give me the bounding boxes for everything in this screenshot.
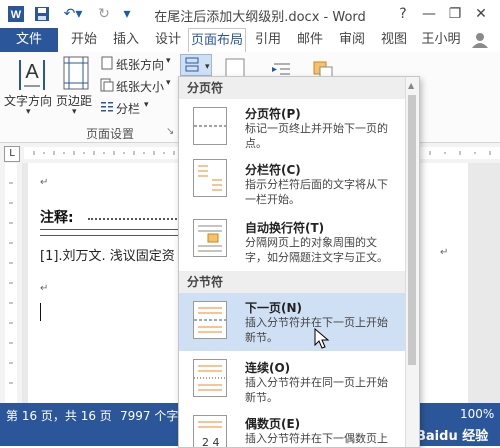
margins-icon[interactable] xyxy=(62,56,90,90)
zoom-level[interactable]: 100% xyxy=(460,407,494,421)
minimize-button[interactable]: — xyxy=(416,4,442,24)
window-title: 在尾注后添加大纲级别.docx - Word xyxy=(154,10,366,25)
text-wrapping-icon xyxy=(193,219,227,257)
dropdown-scrollbar[interactable]: ▲ xyxy=(405,77,419,447)
tab-design[interactable]: 设计 xyxy=(148,28,188,52)
menu-item-next-page[interactable]: 下一页(N) 插入分节符并在下一页上开始新节。 xyxy=(179,293,405,351)
heading-leader-line xyxy=(88,218,188,220)
chevron-down-icon: ▾ xyxy=(72,107,77,117)
menu-item-page-break[interactable]: 分页符(P) 标记一页终止并开始下一页的点。 xyxy=(179,99,405,151)
watermark: Baidu 经验 xyxy=(416,429,489,444)
svg-text:A: A xyxy=(25,61,39,83)
vertical-ruler[interactable] xyxy=(0,163,23,403)
customize-toolbar-icon[interactable]: ▾ xyxy=(120,4,134,24)
page-break-icon xyxy=(190,107,227,145)
menu-item-even-page[interactable]: 2 4 偶数页(E) 插入分节符并在下一偶数页上 xyxy=(179,411,405,448)
continuous-icon xyxy=(193,359,227,397)
chevron-down-icon: ▾ xyxy=(166,78,171,88)
paper-size-icon[interactable] xyxy=(100,78,114,92)
page-setup-group-label: 页面设置 xyxy=(85,127,134,141)
menu-item-title: 自动换行符(T) xyxy=(245,221,325,235)
chevron-down-icon: ▾ xyxy=(26,107,31,117)
menu-item-title: 分栏符(C) xyxy=(245,163,301,177)
page-count[interactable]: 第 16 页，共 16 页 xyxy=(6,407,112,424)
orientation-icon[interactable] xyxy=(100,56,114,70)
tab-references[interactable]: 引用 xyxy=(248,28,288,52)
paper-size-button[interactable]: 纸张大小 xyxy=(116,78,164,95)
columns-button[interactable]: 分栏 xyxy=(116,100,140,117)
endnote-text: [1].刘万文. 浅议固定资 xyxy=(40,249,175,264)
paragraph-mark-2: ↵ xyxy=(40,283,49,294)
tab-home[interactable]: 开始 xyxy=(64,28,104,52)
ribbon-tabs: 文件 开始 插入 设计 页面布局 引用 邮件 审阅 视图 王小明 xyxy=(0,28,500,54)
svg-text:▾: ▾ xyxy=(205,62,210,72)
menu-item-title: 连续(O) xyxy=(245,361,291,375)
menu-item-title: 下一页(N) xyxy=(245,301,303,315)
save-icon[interactable] xyxy=(32,4,52,24)
text-cursor xyxy=(40,303,41,321)
tab-page-layout[interactable]: 页面布局 xyxy=(188,28,246,54)
column-break-icon xyxy=(193,159,227,197)
scroll-thumb[interactable] xyxy=(408,95,416,365)
text-direction-icon[interactable]: A xyxy=(12,56,52,96)
tab-file[interactable]: 文件 xyxy=(0,28,58,52)
paragraph-mark: ↵ xyxy=(40,177,49,188)
chevron-down-icon: ▾ xyxy=(144,100,149,110)
endnote-separator xyxy=(40,229,180,230)
paragraph-mark-right: ↵ xyxy=(440,247,449,258)
user-avatar-icon[interactable] xyxy=(470,32,490,48)
columns-icon[interactable] xyxy=(100,100,114,114)
svg-text:W: W xyxy=(11,9,22,21)
tab-review[interactable]: 审阅 xyxy=(332,28,372,52)
endnote-heading: 注释: xyxy=(40,210,74,226)
tab-view[interactable]: 视图 xyxy=(374,28,414,52)
scroll-up-icon[interactable]: ▲ xyxy=(408,81,414,90)
close-button[interactable]: ✕ xyxy=(468,4,494,24)
chevron-down-icon: ▾ xyxy=(166,56,171,66)
help-button[interactable]: ? xyxy=(390,4,416,24)
menu-item-title: 分页符(P) xyxy=(245,107,301,121)
breaks-dropdown: 分页符 分页符(P) 标记一页终止并开始下一页的点。 分栏符(C) 指示分栏符后… xyxy=(178,76,420,448)
menu-item-desc: 指示分栏符后面的文字将从下一栏开始。 xyxy=(245,178,388,206)
menu-item-desc: 分隔网页上的对象周围的文字，如分隔题注文字与正文。 xyxy=(245,236,388,264)
svg-text:2 4: 2 4 xyxy=(202,436,220,448)
tab-insert[interactable]: 插入 xyxy=(106,28,146,52)
user-name[interactable]: 王小明 xyxy=(416,28,466,52)
next-page-icon xyxy=(193,301,227,339)
tab-mailings[interactable]: 邮件 xyxy=(290,28,330,52)
endnote-separator-2 xyxy=(40,235,180,236)
redo-icon[interactable]: ↻ xyxy=(94,4,114,24)
section-header-section-breaks: 分节符 xyxy=(179,271,419,293)
menu-item-desc: 标记一页终止并开始下一页的点。 xyxy=(245,122,388,150)
tab-selector-icon[interactable]: L xyxy=(4,146,20,162)
menu-item-desc: 插入分节符并在同一页上开始新节。 xyxy=(245,376,388,404)
orientation-button[interactable]: 纸张方向 xyxy=(116,56,164,73)
even-page-icon: 2 4 xyxy=(193,415,227,448)
title-bar: W ↶▾ ↻ ▾ 在尾注后添加大纲级别.docx - Word ? — ❐ ✕ xyxy=(0,0,500,29)
word-logo-icon: W xyxy=(6,4,26,24)
menu-item-column-break[interactable]: 分栏符(C) 指示分栏符后面的文字将从下一栏开始。 xyxy=(179,153,405,209)
menu-item-text-wrapping[interactable]: 自动换行符(T) 分隔网页上的对象周围的文字，如分隔题注文字与正文。 xyxy=(179,213,405,269)
dialog-launcher-icon[interactable]: ↘ xyxy=(166,126,174,137)
section-header-page-breaks: 分页符 xyxy=(179,77,419,99)
menu-item-title: 偶数页(E) xyxy=(245,417,301,431)
breaks-button[interactable]: ▾ xyxy=(180,54,212,76)
mouse-cursor-icon xyxy=(314,327,330,350)
restore-button[interactable]: ❐ xyxy=(442,4,468,24)
word-count[interactable]: 7997 个字 xyxy=(120,407,178,424)
menu-item-desc: 插入分节符并在下一偶数页上 xyxy=(245,432,388,445)
undo-icon[interactable]: ↶▾ xyxy=(58,4,88,24)
menu-item-continuous[interactable]: 连续(O) 插入分节符并在同一页上开始新节。 xyxy=(179,353,405,409)
